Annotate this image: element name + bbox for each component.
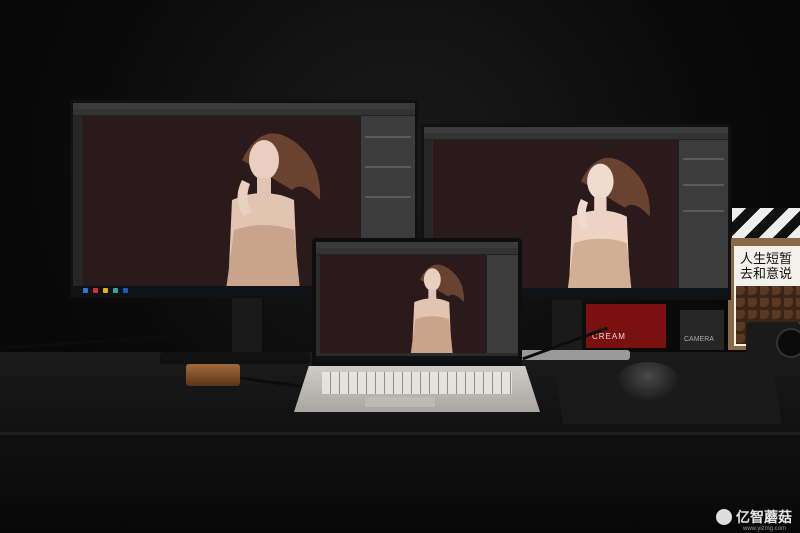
taskbar-icon (93, 288, 98, 293)
left-monitor-base (160, 352, 310, 364)
panel-divider (683, 210, 724, 212)
panel-divider (683, 158, 724, 160)
panel-divider (365, 196, 411, 198)
workstation-photo: CREAM CAMERA 人生短暂 去和意说 亿智蘑菇 www.yizmg.co… (0, 0, 800, 533)
taskbar-icon (103, 288, 108, 293)
photoshop-toolbar (73, 116, 81, 286)
clapperboard (732, 208, 800, 238)
mouse (616, 362, 680, 402)
photoshop-options-bar (424, 133, 728, 140)
portrait-subject (410, 264, 464, 353)
windows-taskbar (316, 356, 518, 362)
watermark-brand: 亿智蘑菇 (736, 510, 792, 526)
calligraphy-text: 人生短暂 去和意说 (740, 252, 792, 282)
laptop-keyboard (322, 372, 512, 394)
desk-edge (0, 432, 800, 435)
portrait-subject (567, 157, 650, 288)
red-box (586, 304, 666, 348)
camera-box (680, 310, 724, 350)
photoshop-panels (678, 140, 728, 288)
calligraphy-line-2: 去和意说 (740, 267, 793, 282)
taskbar-icon (113, 288, 118, 293)
laptop-screen (312, 238, 522, 366)
cable (0, 333, 190, 350)
camera-lens (776, 328, 800, 358)
photoshop-panels (486, 255, 518, 353)
photoshop-options-bar (316, 248, 518, 255)
watermark: 亿智蘑菇 (716, 507, 792, 527)
left-monitor-stand (232, 296, 262, 356)
panel-divider (365, 136, 411, 138)
panel-divider (683, 184, 724, 186)
mushroom-logo-icon (716, 509, 732, 525)
photoshop-options-bar (73, 109, 415, 116)
usb-hub (186, 364, 240, 386)
panel-divider (365, 166, 411, 168)
taskbar-icon (123, 288, 128, 293)
photoshop-canvas (320, 255, 486, 353)
laptop-touchpad (365, 397, 435, 407)
calligraphy-line-1: 人生短暂 (740, 252, 793, 267)
taskbar-icon (83, 288, 88, 293)
watermark-url: www.yizmg.com (742, 526, 786, 532)
camera-box-label: CAMERA (684, 336, 714, 343)
